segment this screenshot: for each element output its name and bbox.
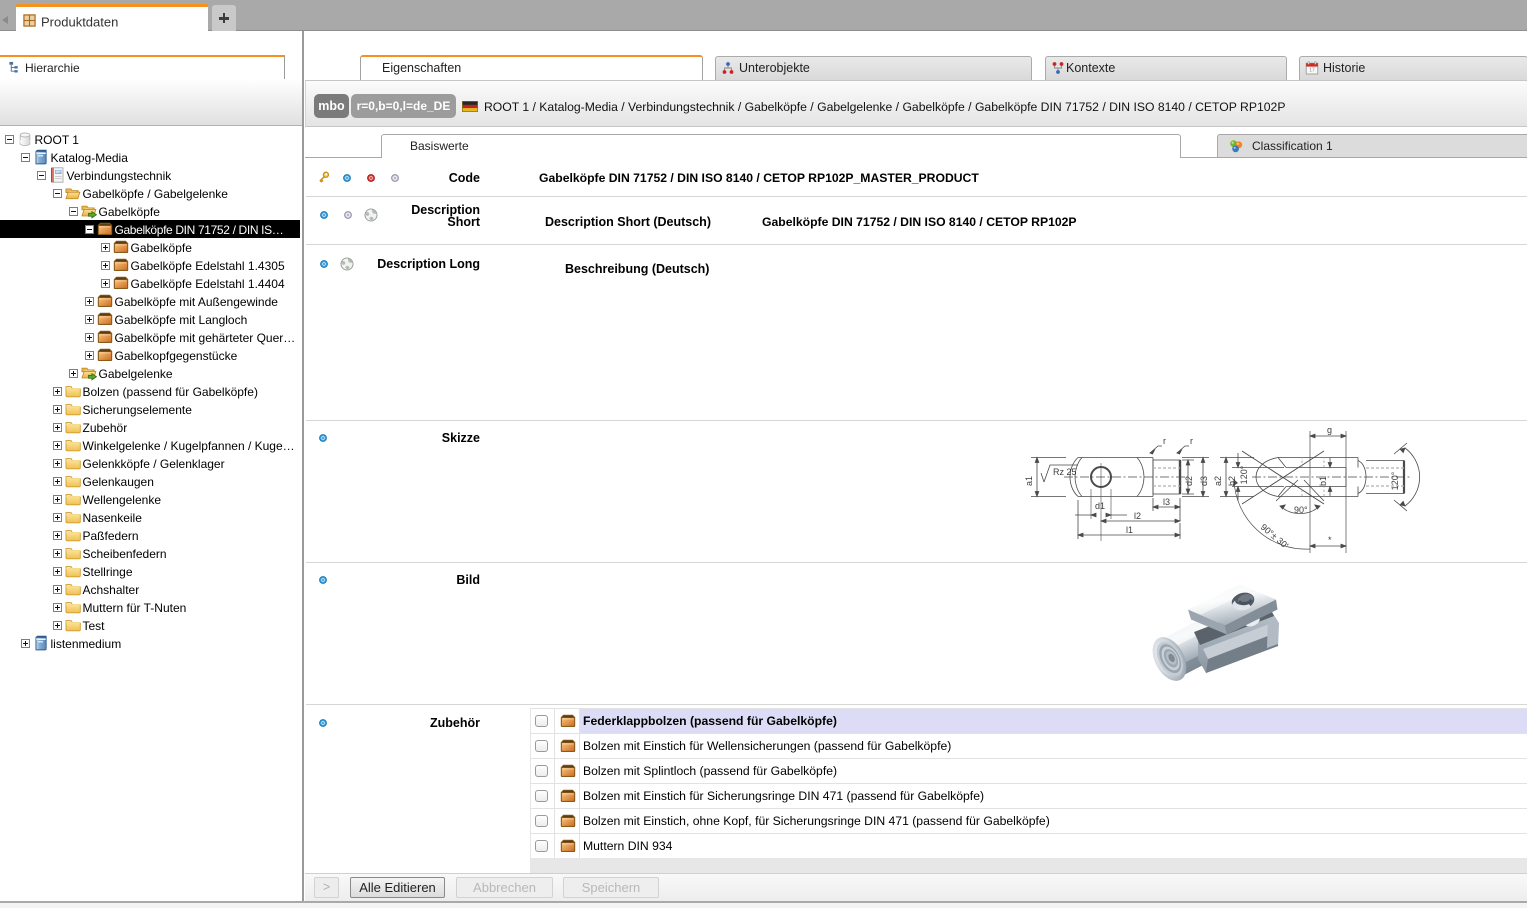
svg-text:d3: d3 xyxy=(1199,476,1209,486)
svg-text:120°: 120° xyxy=(1390,471,1400,490)
svg-text:l2: l2 xyxy=(1134,511,1141,521)
svg-text:120°: 120° xyxy=(1239,465,1249,484)
svg-text:a1: a1 xyxy=(1024,476,1034,486)
svg-text:90°: 90° xyxy=(1294,505,1308,515)
svg-text:l3: l3 xyxy=(1163,497,1170,507)
svg-text:r: r xyxy=(1190,436,1193,446)
svg-text:*: * xyxy=(1328,535,1332,545)
svg-text:d1: d1 xyxy=(1095,501,1105,511)
svg-text:d2: d2 xyxy=(1184,476,1194,486)
svg-text:l1: l1 xyxy=(1126,525,1133,535)
svg-text:r: r xyxy=(1163,436,1166,446)
svg-text:a2: a2 xyxy=(1213,476,1223,486)
svg-text:b2: b2 xyxy=(1227,476,1237,486)
svg-text:Rz 25: Rz 25 xyxy=(1053,467,1077,477)
svg-text:b1: b1 xyxy=(1318,476,1328,486)
svg-text:g: g xyxy=(1327,425,1332,435)
svg-text:90°± 30': 90°± 30' xyxy=(1259,522,1291,551)
